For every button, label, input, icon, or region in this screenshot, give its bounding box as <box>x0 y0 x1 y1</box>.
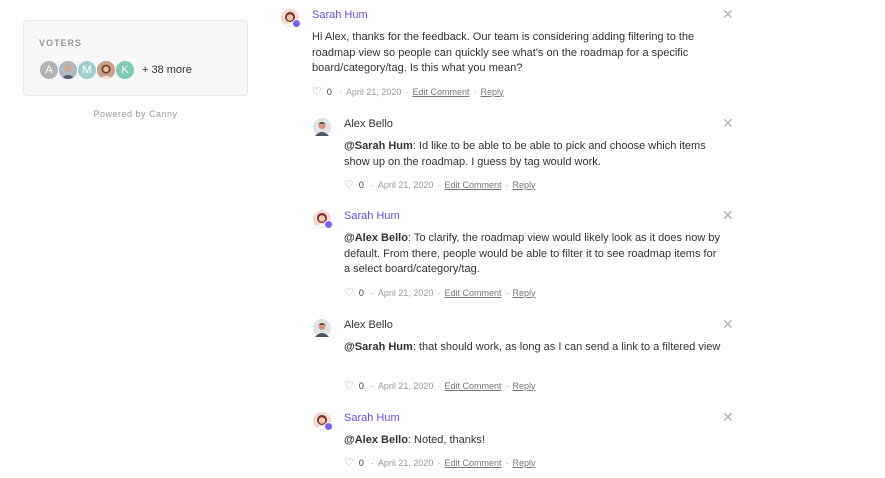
mention[interactable]: @Sarah Hum <box>344 341 413 353</box>
heart-icon[interactable]: ♡ <box>312 85 322 98</box>
comment-meta: ♡ 0 · April 21, 2020 · Edit Comment · Re… <box>344 456 536 469</box>
reply-link[interactable]: Reply <box>480 87 503 97</box>
edit-comment-link[interactable]: Edit Comment <box>444 288 501 298</box>
comment-author[interactable]: Alex Bello <box>344 118 393 130</box>
comment-author[interactable]: Alex Bello <box>344 319 393 331</box>
heart-icon[interactable]: ♡ <box>344 178 354 191</box>
comment-meta: ♡ 0 · April 21, 2020 · Edit Comment · Re… <box>344 379 536 392</box>
comment-date: April 21, 2020 <box>377 457 434 468</box>
comment-date: April 21, 2020 <box>345 86 402 97</box>
alex-avatar-icon[interactable] <box>313 118 331 136</box>
comment-text: : Noted, thanks! <box>407 434 485 446</box>
comment-author[interactable]: Sarah Hum <box>344 210 400 222</box>
close-icon[interactable]: ✕ <box>722 410 734 424</box>
reply-link[interactable]: Reply <box>512 458 535 468</box>
comment-meta: ♡ 0 · April 21, 2020 · Edit Comment · Re… <box>312 85 504 98</box>
reply-link[interactable]: Reply <box>512 381 535 391</box>
comment-author[interactable]: Sarah Hum <box>312 9 368 21</box>
comment-body: @Sarah Hum: that should work, as long as… <box>344 340 724 356</box>
heart-icon[interactable]: ♡ <box>344 456 354 469</box>
voters-more-count[interactable]: + 38 more <box>142 64 192 76</box>
mention[interactable]: @Alex Bello <box>344 434 408 446</box>
close-icon[interactable]: ✕ <box>722 7 734 21</box>
voters-card: VOTERS A M K + 38 more <box>23 20 248 96</box>
comment-body: @Alex Bello: To clarify, the roadmap vie… <box>344 231 724 278</box>
sarah-avatar-icon[interactable] <box>313 412 333 431</box>
heart-icon[interactable]: ♡ <box>344 379 354 392</box>
admin-badge-icon <box>324 422 333 431</box>
voter-avatar-man-icon <box>58 60 78 80</box>
comment-date: April 21, 2020 <box>377 179 434 190</box>
voter-avatar: K <box>115 60 135 80</box>
comment-body: Hi Alex, thanks for the feedback. Our te… <box>312 30 722 77</box>
powered-by-canny[interactable]: Powered by Canny <box>23 109 248 119</box>
voter-avatar: M <box>77 60 97 80</box>
like-count: 0 <box>358 457 364 468</box>
comment-meta: ♡ 0 · April 21, 2020 · Edit Comment · Re… <box>344 178 536 191</box>
admin-badge-icon <box>292 19 301 28</box>
alex-avatar-icon[interactable] <box>313 319 331 337</box>
edit-comment-link[interactable]: Edit Comment <box>444 381 501 391</box>
reply-link[interactable]: Reply <box>512 288 535 298</box>
edit-comment-link[interactable]: Edit Comment <box>412 87 469 97</box>
voters-avatars[interactable]: A M K + 38 more <box>39 59 192 81</box>
mention[interactable]: @Sarah Hum <box>344 140 413 152</box>
like-count: 0 <box>358 179 364 190</box>
sarah-avatar-icon[interactable] <box>313 210 333 229</box>
comment-date: April 21, 2020 <box>377 287 434 298</box>
comment-body: @Sarah Hum: Id like to be able to be abl… <box>344 139 724 170</box>
voters-title: VOTERS <box>39 38 83 48</box>
comment-author[interactable]: Sarah Hum <box>344 412 400 424</box>
mention[interactable]: @Alex Bello <box>344 232 408 244</box>
close-icon[interactable]: ✕ <box>722 116 734 130</box>
comment-body: @Alex Bello: Noted, thanks! <box>344 433 724 449</box>
voter-avatar-woman-icon <box>96 60 116 80</box>
edit-comment-link[interactable]: Edit Comment <box>444 458 501 468</box>
comment-text: : that should work, as long as I can sen… <box>412 341 721 353</box>
voter-avatar: A <box>39 60 59 80</box>
like-count: 0 <box>358 287 364 298</box>
reply-link[interactable]: Reply <box>512 180 535 190</box>
comment-meta: ♡ 0 · April 21, 2020 · Edit Comment · Re… <box>344 286 536 299</box>
sarah-avatar-icon[interactable] <box>281 9 301 28</box>
close-icon[interactable]: ✕ <box>722 317 734 331</box>
heart-icon[interactable]: ♡ <box>344 286 354 299</box>
comment-date: April 21, 2020 <box>377 380 434 391</box>
like-count: 0 <box>358 380 364 391</box>
comment-text: Hi Alex, thanks for the feedback. Our te… <box>312 31 695 75</box>
admin-badge-icon <box>324 220 333 229</box>
close-icon[interactable]: ✕ <box>722 208 734 222</box>
edit-comment-link[interactable]: Edit Comment <box>444 180 501 190</box>
like-count: 0 <box>326 86 332 97</box>
